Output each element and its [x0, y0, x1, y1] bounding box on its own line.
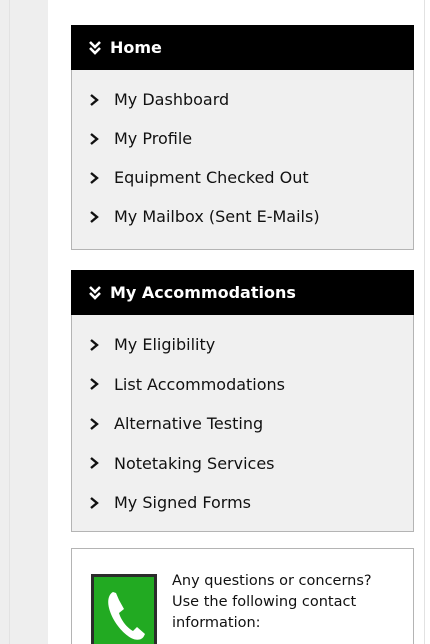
home-menu-list: My Dashboard My Profile Equipment Checke… [72, 70, 413, 236]
chevron-right-icon [90, 171, 99, 184]
chevron-right-icon [90, 338, 99, 351]
menu-item-label: My Eligibility [114, 335, 216, 355]
chevron-right-icon [90, 417, 99, 430]
chevron-right-icon [90, 457, 99, 470]
right-divider [424, 0, 425, 644]
accommodations-panel: My Accommodations My Eligibility List Ac… [71, 270, 414, 532]
home-panel-header[interactable]: Home [71, 25, 414, 70]
contact-line-2: Use the following contact [172, 594, 357, 610]
menu-item-my-signed-forms[interactable]: My Signed Forms [72, 483, 413, 523]
chevron-right-icon [90, 210, 99, 223]
gutter-divider [9, 0, 10, 644]
menu-item-label: My Dashboard [114, 90, 230, 109]
menu-item-label: List Accommodations [114, 374, 286, 394]
menu-item-label: Equipment Checked Out [114, 168, 309, 187]
contact-box: Any questions or concerns? Use the follo… [71, 548, 414, 644]
left-gutter [0, 0, 48, 644]
home-panel: Home My Dashboard My Profile Equipment C… [71, 25, 414, 250]
menu-item-alternative-testing[interactable]: Alternative Testing [72, 404, 413, 444]
accommodations-panel-header[interactable]: My Accommodations [71, 270, 414, 315]
menu-item-my-profile[interactable]: My Profile [72, 119, 413, 158]
menu-item-my-eligibility[interactable]: My Eligibility [72, 325, 413, 365]
menu-item-my-dashboard[interactable]: My Dashboard [72, 80, 413, 119]
menu-item-label: Alternative Testing [114, 414, 264, 434]
contact-line-3: information: [172, 615, 261, 631]
menu-item-equipment-checked-out[interactable]: Equipment Checked Out [72, 158, 413, 197]
chevron-right-icon [90, 132, 99, 145]
menu-item-list-accommodations[interactable]: List Accommodations [72, 365, 413, 405]
chevron-right-icon [90, 378, 99, 391]
double-chevron-down-icon [89, 40, 101, 55]
contact-text: Any questions or concerns? Use the follo… [172, 571, 407, 634]
contact-line-1: Any questions or concerns? [172, 573, 372, 589]
double-chevron-down-icon [89, 285, 101, 300]
menu-item-my-mailbox[interactable]: My Mailbox (Sent E-Mails) [72, 197, 413, 236]
menu-item-label: My Mailbox (Sent E-Mails) [114, 207, 320, 226]
home-panel-title: Home [110, 38, 162, 57]
menu-item-label: Notetaking Services [114, 453, 275, 473]
page: Home My Dashboard My Profile Equipment C… [0, 0, 430, 644]
menu-item-notetaking-services[interactable]: Notetaking Services [72, 444, 413, 484]
chevron-right-icon [90, 496, 99, 509]
phone-icon [91, 574, 157, 644]
accommodations-panel-title: My Accommodations [110, 283, 296, 302]
menu-item-label: My Signed Forms [114, 493, 251, 513]
accommodations-menu-list: My Eligibility List Accommodations Alter… [72, 315, 413, 523]
menu-item-label: My Profile [114, 129, 193, 148]
chevron-right-icon [90, 93, 99, 106]
